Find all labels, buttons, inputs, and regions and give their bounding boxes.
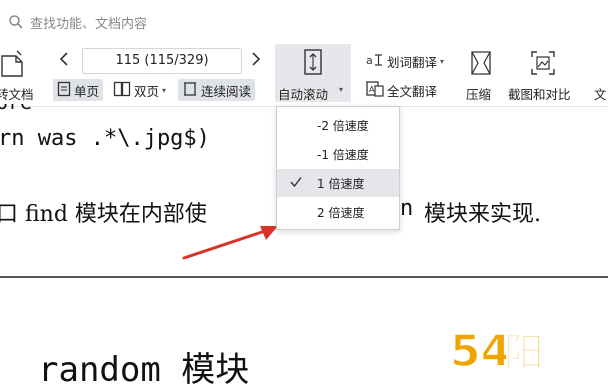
speed-option-label: -2 倍速度 <box>317 119 369 133</box>
auto-scroll-icon <box>301 48 325 80</box>
annotation-arrow <box>182 226 278 260</box>
text-tool-button[interactable]: 文 <box>594 84 607 103</box>
chevron-down-icon: ▾ <box>162 85 167 95</box>
speed-option-minus-2[interactable]: -2 倍速度 <box>277 111 399 139</box>
speed-option-label: -1 倍速度 <box>317 148 369 162</box>
word-translate-label: 划词翻译 <box>387 54 438 70</box>
page-number-input[interactable]: 115 (115/329) <box>82 48 242 74</box>
screenshot-compare-icon[interactable] <box>530 50 556 80</box>
watermark-logo: 54 阳 手游网 <box>450 325 605 376</box>
speed-option-label: 2 倍速度 <box>317 206 365 220</box>
search-placeholder: 查找功能、文档内容 <box>30 17 148 32</box>
double-page-button[interactable]: 双页 ▾ <box>113 79 166 101</box>
speed-dropdown-menu: -2 倍速度 -1 倍速度 1 倍速度 2 倍速度 <box>276 106 400 230</box>
svg-text:手游网: 手游网 <box>548 330 605 353</box>
chevron-down-icon: ▾ <box>440 56 445 66</box>
single-page-button[interactable]: 单页 <box>53 79 104 101</box>
speed-option-1[interactable]: 1 倍速度 <box>277 169 399 197</box>
prev-page-icon[interactable] <box>58 51 70 71</box>
svg-text:a: a <box>366 54 373 67</box>
continuous-read-label: 连续阅读 <box>201 83 252 99</box>
search-bar[interactable]: 查找功能、文档内容 <box>0 0 608 42</box>
checkmark-icon <box>289 175 303 192</box>
word-translate-button[interactable]: a 划词翻译 ▾ <box>366 50 444 72</box>
page-divider <box>0 276 608 278</box>
doc-heading: random 模块 <box>38 350 250 390</box>
full-translate-label: 全文翻译 <box>387 83 438 99</box>
double-page-label: 双页 <box>134 83 160 99</box>
auto-scroll-button[interactable]: 自动滚动 ▾ <box>275 44 351 102</box>
doc-line-partial: ore <box>0 104 276 116</box>
speed-option-minus-1[interactable]: -1 倍速度 <box>277 140 399 168</box>
word-translate-icon: a <box>366 52 384 71</box>
continuous-read-icon <box>182 81 198 100</box>
doc-line-2-suffix: 模块来实现. <box>424 202 541 227</box>
speed-option-label: 1 倍速度 <box>317 177 365 191</box>
compress-button[interactable]: 压缩 <box>466 84 491 103</box>
doc-line-1: rn was .*\.jpg$) <box>0 126 210 151</box>
transfer-doc-icon[interactable] <box>0 50 24 82</box>
full-translate-icon: A <box>366 80 384 100</box>
svg-text:A: A <box>369 85 375 94</box>
double-page-icon <box>113 81 131 100</box>
auto-scroll-label: 自动滚动 <box>278 87 329 102</box>
speed-option-2[interactable]: 2 倍速度 <box>277 198 399 226</box>
screenshot-compare-button[interactable]: 截图和对比 <box>508 84 571 103</box>
single-page-label: 单页 <box>74 83 100 99</box>
chevron-down-icon: ▾ <box>339 85 344 94</box>
svg-text:阳: 阳 <box>504 330 544 376</box>
doc-line-2-mid: n <box>400 196 414 221</box>
next-page-icon[interactable] <box>250 51 262 71</box>
svg-text:54: 54 <box>450 326 511 376</box>
compress-icon[interactable] <box>469 50 493 80</box>
transfer-doc-button[interactable]: 转文档 <box>0 84 34 103</box>
search-icon <box>8 14 24 30</box>
single-page-icon <box>57 81 71 100</box>
continuous-read-button[interactable]: 连续阅读 <box>178 79 256 101</box>
full-translate-button[interactable]: A 全文翻译 <box>366 79 437 101</box>
